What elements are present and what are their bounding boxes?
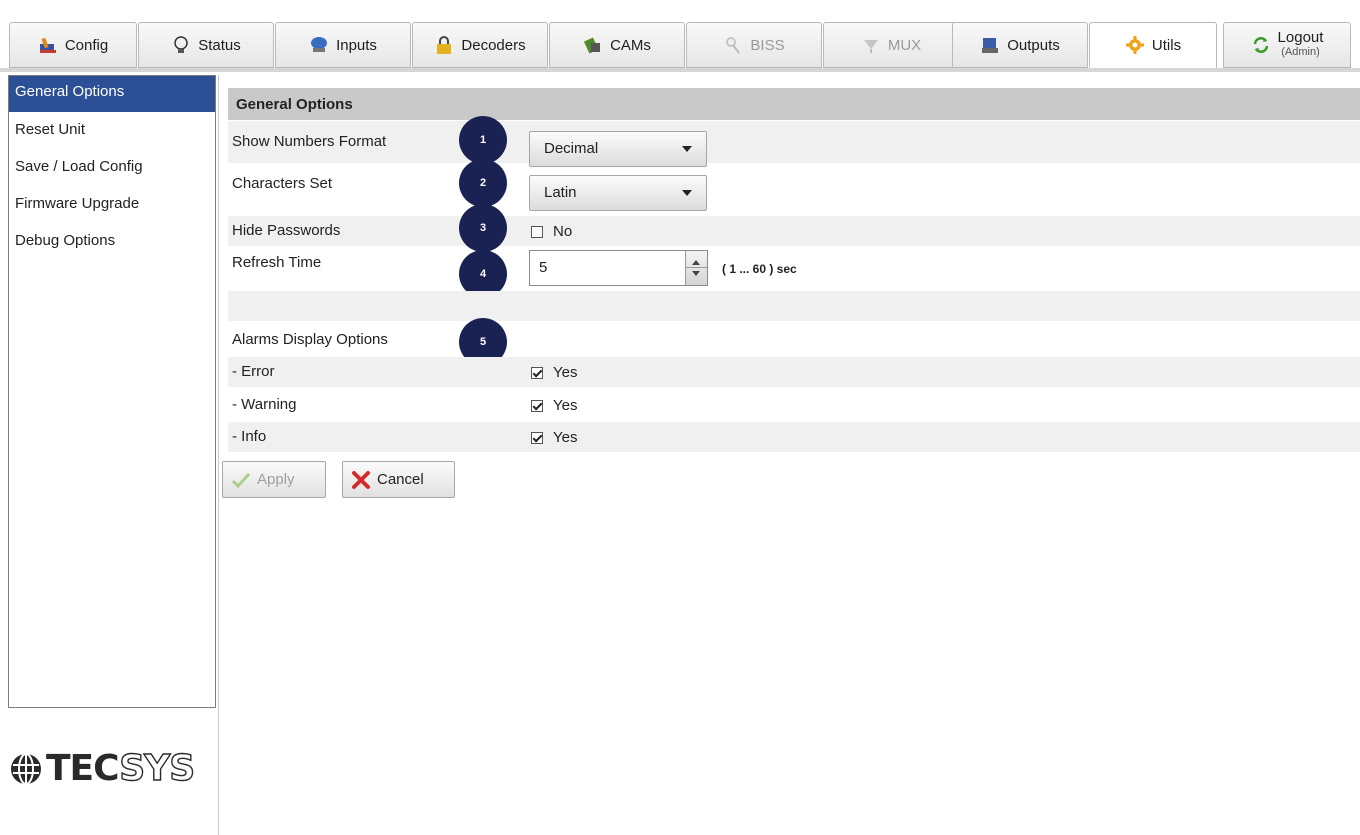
info-checkbox[interactable] xyxy=(531,431,543,444)
tecsys-logo: TECSYS xyxy=(6,747,196,790)
config-icon xyxy=(38,35,58,55)
panel-divider xyxy=(218,75,219,835)
row-characters-set: Characters Set xyxy=(228,167,1360,211)
tab-utils[interactable]: Utils xyxy=(1089,22,1217,68)
refresh-time-range: ( 1 ... 60 ) sec xyxy=(722,262,797,276)
cancel-button[interactable]: Cancel xyxy=(342,461,455,498)
hide-passwords-text: No xyxy=(553,223,573,240)
biss-icon xyxy=(723,35,743,55)
warning-text: Yes xyxy=(553,397,578,414)
show-numbers-format-value: Decimal xyxy=(544,140,599,157)
sidebar-item-debug-options[interactable]: Debug Options xyxy=(9,223,215,260)
error-label: - Error xyxy=(232,363,275,380)
info-text: Yes xyxy=(553,429,578,446)
row-info: - Info Yes xyxy=(228,422,1360,452)
refresh-time-label: Refresh Time xyxy=(232,254,322,271)
tab-biss[interactable]: BISS xyxy=(686,22,822,68)
tab-mux[interactable]: MUX xyxy=(823,22,959,68)
chevron-down-icon xyxy=(682,190,692,196)
row-alarms-display-options: Alarms Display Options xyxy=(228,322,1360,356)
refresh-time-stepper[interactable]: 5 xyxy=(529,250,708,286)
logo-text: TECSYS xyxy=(46,747,196,789)
tab-biss-label: BISS xyxy=(750,36,785,54)
tab-status-label: Status xyxy=(198,36,241,54)
tab-mux-label: MUX xyxy=(887,36,922,54)
characters-set-value: Latin xyxy=(544,184,577,201)
tab-utils-label: Utils xyxy=(1151,36,1182,54)
decoders-icon xyxy=(434,35,454,55)
warning-checkbox[interactable] xyxy=(531,399,543,412)
error-value: Yes xyxy=(531,364,577,381)
hide-passwords-value: No xyxy=(531,223,572,240)
tab-cams[interactable]: CAMs xyxy=(549,22,685,68)
panel-title: General Options xyxy=(228,88,1360,120)
refresh-time-value: 5 xyxy=(539,259,548,276)
characters-set-label: Characters Set xyxy=(232,175,333,192)
tab-decoders[interactable]: Decoders xyxy=(412,22,548,68)
warning-value: Yes xyxy=(531,397,577,414)
tab-logout[interactable]: Logout (Admin) xyxy=(1223,22,1351,68)
characters-set-select[interactable]: Latin xyxy=(529,175,707,211)
row-spacer xyxy=(228,291,1360,321)
tab-outputs[interactable]: Outputs xyxy=(952,22,1088,68)
logout-icon xyxy=(1251,35,1271,55)
annotation-badge-1: 1 xyxy=(459,116,507,164)
tab-decoders-label: Decoders xyxy=(461,36,526,54)
info-value: Yes xyxy=(531,429,577,446)
utils-icon xyxy=(1125,35,1145,55)
apply-button[interactable]: Apply xyxy=(222,461,326,498)
tab-cams-label: CAMs xyxy=(610,36,651,54)
annotation-badge-3: 3 xyxy=(459,204,507,252)
show-numbers-format-select[interactable]: Decimal xyxy=(529,131,707,167)
error-text: Yes xyxy=(553,364,578,381)
hide-passwords-checkbox[interactable] xyxy=(531,225,543,238)
info-label: - Info xyxy=(232,428,267,445)
row-error: - Error Yes xyxy=(228,357,1360,387)
chevron-down-icon xyxy=(682,146,692,152)
alarms-display-options-label: Alarms Display Options xyxy=(232,331,388,348)
tab-inputs-label: Inputs xyxy=(336,36,377,54)
tab-config-label: Config xyxy=(64,36,109,54)
row-warning: - Warning Yes xyxy=(228,390,1360,420)
cancel-label: Cancel xyxy=(377,471,424,488)
check-icon xyxy=(231,470,251,490)
annotation-badge-2: 2 xyxy=(459,159,507,207)
logout-title: Logout xyxy=(1277,29,1324,46)
tab-outputs-label: Outputs xyxy=(1007,36,1060,54)
sidebar-item-general-options[interactable]: General Options xyxy=(9,76,215,112)
tab-inputs[interactable]: Inputs xyxy=(275,22,411,68)
show-numbers-format-label: Show Numbers Format xyxy=(232,133,387,150)
sidebar-item-reset-unit[interactable]: Reset Unit xyxy=(9,112,215,149)
tab-config[interactable]: Config xyxy=(9,22,137,68)
logo-prefix: TEC xyxy=(46,748,120,789)
tab-status[interactable]: Status xyxy=(138,22,274,68)
apply-label: Apply xyxy=(257,471,295,488)
sidebar-item-save-load-config[interactable]: Save / Load Config xyxy=(9,149,215,186)
row-show-numbers-format: Show Numbers Format xyxy=(228,121,1360,163)
spin-divider xyxy=(686,267,707,268)
sidebar: General Options Reset Unit Save / Load C… xyxy=(8,75,216,708)
spin-down-icon[interactable] xyxy=(692,271,700,276)
logout-user: (Admin) xyxy=(1281,46,1320,58)
error-checkbox[interactable] xyxy=(531,366,543,379)
tab-bar: Config Status Inputs Decoders CAMs BISS … xyxy=(0,0,1360,72)
outputs-icon xyxy=(980,35,1000,55)
logo-globe-icon xyxy=(11,752,41,785)
inputs-icon xyxy=(309,35,329,55)
spin-up-icon[interactable] xyxy=(692,260,700,265)
row-hide-passwords: Hide Passwords No xyxy=(228,216,1360,246)
cancel-x-icon xyxy=(351,470,371,490)
tab-logout-label: Logout (Admin) xyxy=(1278,30,1324,60)
hide-passwords-label: Hide Passwords xyxy=(232,222,341,239)
sidebar-item-firmware-upgrade[interactable]: Firmware Upgrade xyxy=(9,186,215,223)
warning-label: - Warning xyxy=(232,396,297,413)
tab-divider xyxy=(0,68,1360,72)
cams-icon xyxy=(583,35,603,55)
mux-icon xyxy=(861,35,881,55)
refresh-time-spin-buttons[interactable] xyxy=(685,251,707,285)
status-icon xyxy=(171,35,191,55)
logo-suffix: SYS xyxy=(119,747,196,789)
